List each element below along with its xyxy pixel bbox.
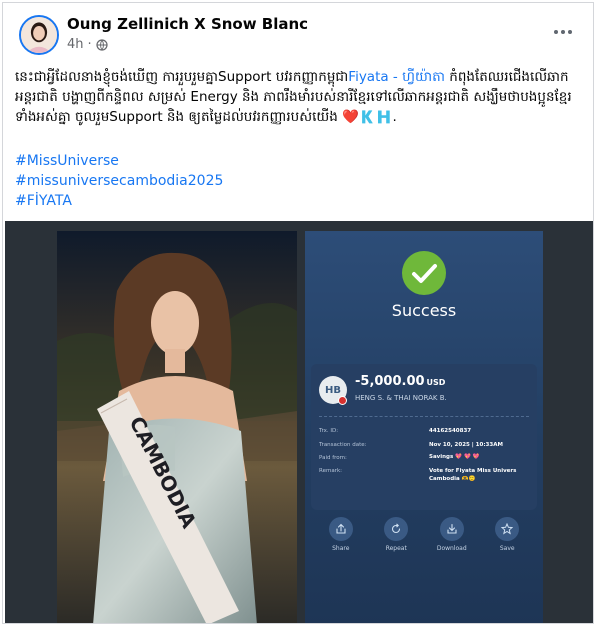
payee-badge-icon	[338, 396, 347, 405]
detail-value: Vote for Fiyata Miss Univers Cambodia 🫶🙂	[429, 468, 517, 482]
post-body-text-1: នេះជាអ្វីដែលនាងខ្ញុំចង់ឃើញ ការរួបរួមគ្នា…	[15, 69, 349, 85]
action-label: Share	[332, 545, 350, 552]
globe-icon	[96, 38, 108, 51]
hashtag-list: #MissUniverse #missuniversecambodia2025 …	[15, 151, 223, 211]
receipt-actions: Share Repeat Download Save	[305, 517, 543, 573]
detail-value: 44162540837	[429, 428, 472, 434]
author-avatar[interactable]	[19, 15, 59, 55]
repeat-button[interactable]: Repeat	[370, 517, 422, 573]
download-icon	[439, 517, 464, 541]
action-label: Repeat	[385, 545, 407, 552]
save-button[interactable]: Save	[481, 517, 533, 573]
hashtag-link[interactable]: #MissUniverse	[15, 151, 223, 171]
payee-name: HENG S. & THAI NORAK B.	[355, 394, 447, 402]
amount-value: -5,000.00	[355, 374, 425, 389]
hashtag-link[interactable]: #missuniversecambodia2025	[15, 171, 223, 191]
contestant-photo[interactable]: CAMBODIA	[57, 231, 297, 623]
author-name[interactable]: Oung Zellinich X Snow Blanc	[67, 15, 308, 33]
detail-value: Nov 10, 2025 | 10:33AM	[429, 442, 503, 448]
more-options-icon[interactable]	[549, 21, 577, 43]
transaction-amount: -5,000.00 USD	[355, 374, 445, 389]
hashtag-link[interactable]: #FİYATA	[15, 191, 223, 211]
transaction-card: HB -5,000.00 USD HENG S. & THAI NORAK B. …	[311, 364, 537, 510]
detail-label: Remark:	[319, 468, 342, 474]
repeat-icon	[384, 517, 409, 541]
facebook-post: Oung Zellinich X Snow Blanc 4h · នេះជាអ្…	[2, 2, 594, 624]
post-body: នេះជាអ្វីដែលនាងខ្ញុំចង់ឃើញ ការរួបរួមគ្នា…	[15, 67, 585, 127]
action-label: Save	[499, 545, 515, 552]
download-button[interactable]: Download	[426, 517, 478, 573]
action-label: Download	[436, 545, 467, 552]
payment-receipt-screenshot: Success HB -5,000.00 USD HENG S. & THAI N…	[305, 231, 543, 623]
share-button[interactable]: Share	[315, 517, 367, 573]
success-label: Success	[391, 301, 457, 320]
amount-currency: USD	[426, 378, 446, 387]
detail-value: Savings 💖 💖 💖	[429, 454, 480, 460]
detail-label: Paid from:	[319, 455, 347, 461]
detail-label: Trx. ID:	[319, 428, 339, 434]
divider	[319, 416, 529, 417]
fiyata-link[interactable]: Fiyata - ហ្វីយ៉ាតា	[348, 69, 445, 85]
share-icon	[328, 517, 353, 541]
detail-label: Transaction date:	[319, 442, 367, 448]
post-time[interactable]: 4h	[67, 37, 84, 52]
success-check-icon	[402, 251, 446, 295]
post-header: Oung Zellinich X Snow Blanc 4h ·	[15, 13, 583, 59]
post-media: CAMBODIA Success HB -5,000.00 USD HENG S.…	[5, 221, 593, 623]
post-meta: 4h ·	[67, 37, 108, 52]
star-icon	[495, 517, 520, 541]
